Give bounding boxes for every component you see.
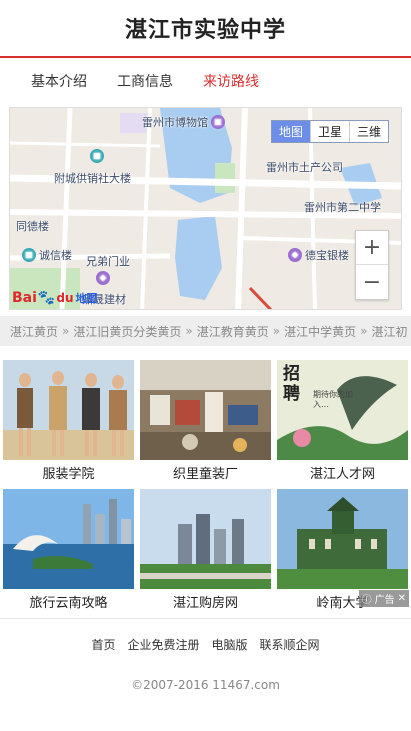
garment-factory-image	[140, 360, 271, 460]
copyright: ©2007-2016 11467.com	[131, 678, 280, 692]
footer-link-contact[interactable]: 联系顺企网	[260, 636, 320, 653]
shop-pin-icon: ◆	[288, 248, 302, 262]
breadcrumb-link[interactable]: 湛江初	[371, 323, 407, 340]
map-poi[interactable]: 雷州市博物馆 ▣	[142, 114, 225, 130]
zoom-in-button[interactable]: +	[356, 231, 388, 265]
breadcrumb: 湛江黄页 » 湛江旧黄页分类黄页 » 湛江教育黄页 » 湛江中学黄页 » 湛江初	[0, 316, 411, 346]
shop-pin-icon: ◆	[96, 271, 110, 285]
map-poi[interactable]: 附城供销社大楼	[54, 170, 131, 186]
zoom-out-button[interactable]: −	[356, 265, 388, 299]
map-type-normal[interactable]: 地图	[271, 121, 310, 142]
breadcrumb-link[interactable]: 湛江教育黄页	[197, 323, 269, 340]
zoom-control: + −	[355, 230, 389, 300]
map-poi[interactable]: 兄弟门业	[86, 253, 130, 269]
ad-badge[interactable]: ⓘ 广告 ✕	[358, 590, 409, 607]
museum-pin-icon: ▣	[211, 115, 225, 129]
breadcrumb-link[interactable]: 湛江中学黄页	[284, 323, 356, 340]
ad-grid: 服装学院 织里童装厂 招聘 期待你的加入… 湛江人才网 旅行云南攻略 湛江购房网…	[0, 360, 411, 611]
ad-label: 服装学院	[42, 467, 95, 482]
map-type-satellite[interactable]: 卫星	[309, 121, 349, 142]
ad-card[interactable]: 旅行云南攻略	[3, 489, 134, 611]
map-type-switcher: 地图 卫星 三维	[270, 120, 389, 143]
ad-label: 织里童装厂	[172, 467, 238, 482]
tab-basic-info[interactable]: 基本介绍	[31, 71, 87, 91]
map-poi[interactable]: ◆ 德宝银楼	[288, 247, 349, 263]
breadcrumb-link[interactable]: 湛江旧黄页分类黄页	[73, 323, 181, 340]
footer-link-register[interactable]: 企业免费注册	[127, 636, 199, 653]
baidu-map-logo: Bai 🐾 du 地图	[12, 290, 98, 306]
fashion-models-image	[3, 360, 134, 460]
footer-links: 首页 企业免费注册 电脑版 联系顺企网	[0, 636, 411, 653]
footer-link-desktop[interactable]: 电脑版	[212, 636, 248, 653]
paw-icon: 🐾	[37, 290, 56, 306]
close-icon[interactable]: ✕	[398, 593, 406, 604]
info-icon: ⓘ	[361, 595, 372, 606]
university-building-image	[277, 489, 408, 589]
ad-label: 湛江人才网	[309, 467, 375, 482]
map-poi[interactable]: 雷州市土产公司	[266, 159, 343, 175]
recruitment-poster-image: 招聘 期待你的加入…	[277, 360, 408, 460]
page-title: 湛江市实验中学	[124, 18, 286, 43]
ad-card[interactable]: 招聘 期待你的加入… 湛江人才网	[277, 360, 408, 482]
ad-label: 湛江购房网	[172, 596, 238, 611]
city-buildings-image	[140, 489, 271, 589]
breadcrumb-link[interactable]: 湛江黄页	[10, 323, 58, 340]
ad-label: 旅行云南攻略	[29, 596, 108, 611]
ad-card[interactable]: 湛江购房网	[140, 489, 271, 611]
map-type-3d[interactable]: 三维	[348, 121, 388, 142]
map-view[interactable]: 雷州市博物馆 ▣ 雷州市土产公司 ▦ 附城供销社大楼 雷州市第二中学 同德楼 ▦…	[9, 107, 402, 310]
footer-link-home[interactable]: 首页	[91, 636, 115, 653]
tab-business-info[interactable]: 工商信息	[117, 71, 173, 91]
map-poi[interactable]: ◆	[96, 271, 110, 285]
building-pin-icon: ▦	[22, 248, 36, 262]
map-poi[interactable]: ▦ 诚信楼	[22, 247, 72, 263]
harbor-city-image	[3, 489, 134, 589]
nav-bar: 基本介绍 工商信息 来访路线	[0, 58, 411, 104]
map-poi[interactable]: 雷州市第二中学	[304, 199, 381, 215]
site-header: 湛江市实验中学	[0, 0, 411, 58]
ad-card[interactable]: 服装学院	[3, 360, 134, 482]
tab-directions[interactable]: 来访路线	[203, 71, 259, 91]
map-poi[interactable]: ▦	[90, 149, 104, 163]
ad-card[interactable]: 织里童装厂	[140, 360, 271, 482]
building-pin-icon: ▦	[90, 149, 104, 163]
map-poi[interactable]: 同德楼	[16, 218, 49, 234]
footer-divider	[0, 618, 411, 619]
